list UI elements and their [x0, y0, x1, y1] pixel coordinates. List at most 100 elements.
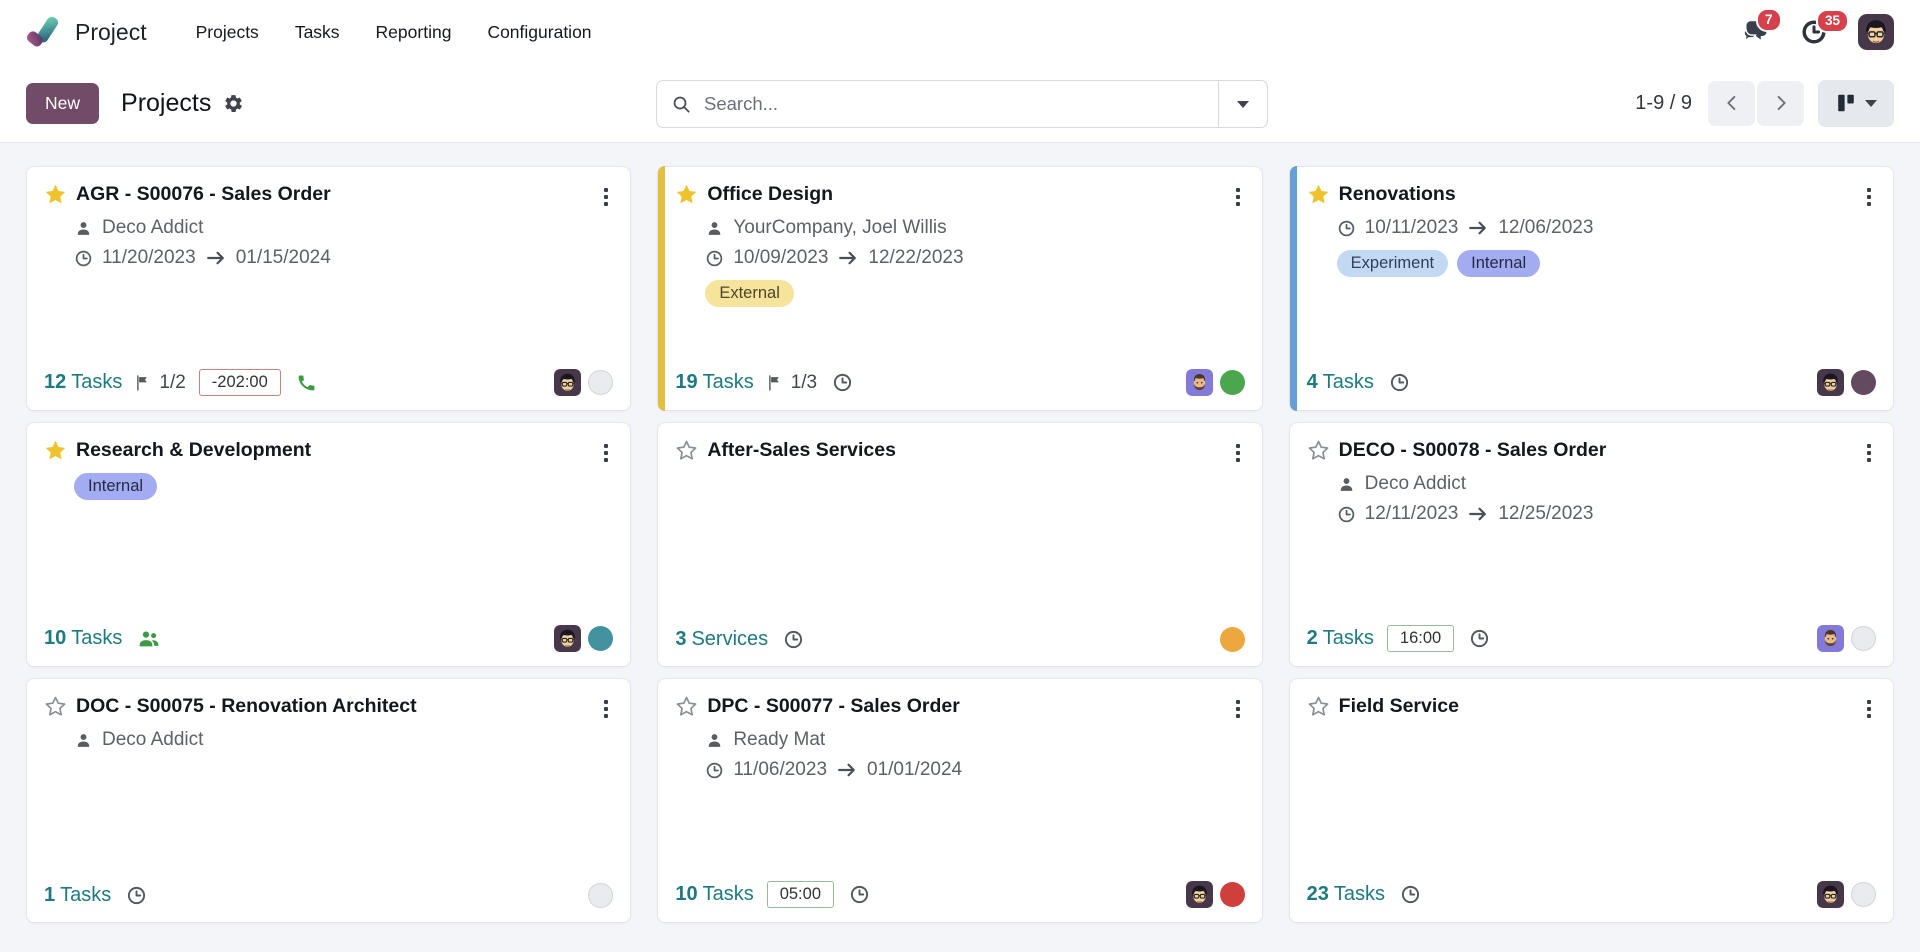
activity-clock-button[interactable]: [832, 372, 853, 393]
project-title[interactable]: DECO - S00078 - Sales Order: [1339, 438, 1853, 462]
status-dot[interactable]: [588, 883, 613, 908]
messages-button[interactable]: 7: [1740, 17, 1770, 47]
allocated-hours: 16:00: [1387, 625, 1454, 652]
person-icon: [74, 219, 93, 238]
dates-row: 11/20/2023 01/15/2024: [74, 247, 613, 269]
kebab-menu-icon[interactable]: [1862, 697, 1876, 721]
dates-row: 10/11/2023 12/06/2023: [1337, 217, 1876, 239]
activity-clock-button[interactable]: [1389, 372, 1410, 393]
kebab-menu-icon[interactable]: [1231, 697, 1245, 721]
search-input[interactable]: [702, 92, 1218, 116]
status-dot[interactable]: [1851, 626, 1876, 651]
project-title[interactable]: Field Service: [1339, 694, 1853, 718]
status-dot[interactable]: [1220, 627, 1245, 652]
tag: Internal: [1457, 250, 1540, 277]
task-count-link[interactable]: 23Tasks: [1307, 883, 1385, 906]
clock-icon: [1389, 372, 1410, 393]
activity-clock-button[interactable]: [849, 884, 870, 905]
status-dot[interactable]: [1851, 370, 1876, 395]
app-brand[interactable]: Project: [26, 13, 147, 51]
project-title[interactable]: DOC - S00075 - Renovation Architect: [76, 694, 590, 718]
date-start: 11/20/2023: [102, 247, 196, 269]
task-count-link[interactable]: 12Tasks: [44, 371, 122, 394]
star-filled-icon[interactable]: [44, 183, 67, 206]
view-settings-button[interactable]: [223, 93, 244, 114]
phone-activity-button[interactable]: [296, 372, 317, 393]
project-title[interactable]: Research & Development: [76, 438, 590, 462]
project-title[interactable]: Renovations: [1339, 182, 1853, 206]
star-outline-icon[interactable]: [675, 439, 698, 462]
clock-icon: [1400, 884, 1421, 905]
project-card[interactable]: AGR - S00076 - Sales Order Deco Addict 1…: [26, 166, 631, 411]
menu-projects[interactable]: Projects: [181, 13, 274, 52]
project-title[interactable]: After-Sales Services: [707, 438, 1221, 462]
star-filled-icon[interactable]: [675, 183, 698, 206]
activity-clock-button[interactable]: [1469, 628, 1490, 649]
chevron-right-icon: [1770, 92, 1792, 114]
date-start: 12/11/2023: [1365, 503, 1459, 525]
project-card[interactable]: DECO - S00078 - Sales Order Deco Addict …: [1289, 422, 1894, 667]
task-count-link[interactable]: 1Tasks: [44, 884, 111, 907]
collaborators-button[interactable]: [137, 627, 161, 651]
view-switcher-button[interactable]: [1818, 80, 1894, 127]
project-card[interactable]: DOC - S00075 - Renovation Architect Deco…: [26, 678, 631, 923]
status-dot[interactable]: [588, 370, 613, 395]
status-dot[interactable]: [1851, 882, 1876, 907]
clock-icon: [74, 249, 93, 268]
project-card[interactable]: Field Service 23Tasks: [1289, 678, 1894, 923]
menu-configuration[interactable]: Configuration: [472, 13, 606, 52]
menu-tasks[interactable]: Tasks: [280, 13, 355, 52]
app-name[interactable]: Project: [75, 19, 147, 46]
activities-button[interactable]: 35: [1800, 18, 1828, 46]
activity-clock-button[interactable]: [783, 629, 804, 650]
tag: Internal: [74, 473, 157, 500]
project-card[interactable]: Renovations 10/11/2023 12/06/2023 Experi…: [1289, 166, 1894, 411]
task-count-link[interactable]: 10Tasks: [44, 627, 122, 650]
kebab-menu-icon[interactable]: [1231, 441, 1245, 465]
star-filled-icon[interactable]: [1307, 183, 1330, 206]
task-count-link[interactable]: 19Tasks: [675, 371, 753, 394]
milestone-indicator: 1/3: [766, 372, 817, 394]
star-outline-icon[interactable]: [1307, 439, 1330, 462]
partner-name: Deco Addict: [1365, 473, 1466, 495]
pager-next-button[interactable]: [1757, 81, 1804, 126]
project-title[interactable]: Office Design: [707, 182, 1221, 206]
user-avatar[interactable]: [1858, 14, 1894, 50]
menu-reporting[interactable]: Reporting: [361, 13, 467, 52]
star-outline-icon[interactable]: [675, 695, 698, 718]
task-count-link[interactable]: 10Tasks: [675, 883, 753, 906]
task-count-link[interactable]: 4Tasks: [1307, 371, 1374, 394]
activity-clock-button[interactable]: [126, 885, 147, 906]
project-card[interactable]: Office Design YourCompany, Joel Willis 1…: [657, 166, 1262, 411]
kebab-menu-icon[interactable]: [599, 441, 613, 465]
status-dot[interactable]: [1220, 370, 1245, 395]
activity-clock-button[interactable]: [1400, 884, 1421, 905]
search-options-toggle[interactable]: [1218, 81, 1267, 127]
kebab-menu-icon[interactable]: [1862, 441, 1876, 465]
kebab-menu-icon[interactable]: [599, 697, 613, 721]
partner-row: Ready Mat: [705, 729, 1244, 751]
kebab-menu-icon[interactable]: [1862, 185, 1876, 209]
star-outline-icon[interactable]: [44, 695, 67, 718]
project-title[interactable]: DPC - S00077 - Sales Order: [707, 694, 1221, 718]
star-filled-icon[interactable]: [44, 439, 67, 462]
status-dot[interactable]: [1220, 882, 1245, 907]
assignee-avatar: [1817, 881, 1844, 908]
clock-icon: [849, 884, 870, 905]
date-end: 01/15/2024: [236, 247, 331, 269]
project-card[interactable]: DPC - S00077 - Sales Order Ready Mat 11/…: [657, 678, 1262, 923]
breadcrumb-title: Projects: [121, 89, 211, 118]
kebab-menu-icon[interactable]: [1231, 185, 1245, 209]
project-title[interactable]: AGR - S00076 - Sales Order: [76, 182, 590, 206]
clock-icon: [1337, 219, 1356, 238]
kebab-menu-icon[interactable]: [599, 185, 613, 209]
status-dot[interactable]: [588, 626, 613, 651]
star-outline-icon[interactable]: [1307, 695, 1330, 718]
task-count-link[interactable]: 3Services: [675, 628, 768, 651]
new-button[interactable]: New: [26, 83, 99, 124]
pager-previous-button[interactable]: [1708, 81, 1755, 126]
phone-icon: [296, 372, 317, 393]
task-count-link[interactable]: 2Tasks: [1307, 627, 1374, 650]
project-card[interactable]: After-Sales Services 3Services: [657, 422, 1262, 667]
project-card[interactable]: Research & Development Internal 10Tasks: [26, 422, 631, 667]
